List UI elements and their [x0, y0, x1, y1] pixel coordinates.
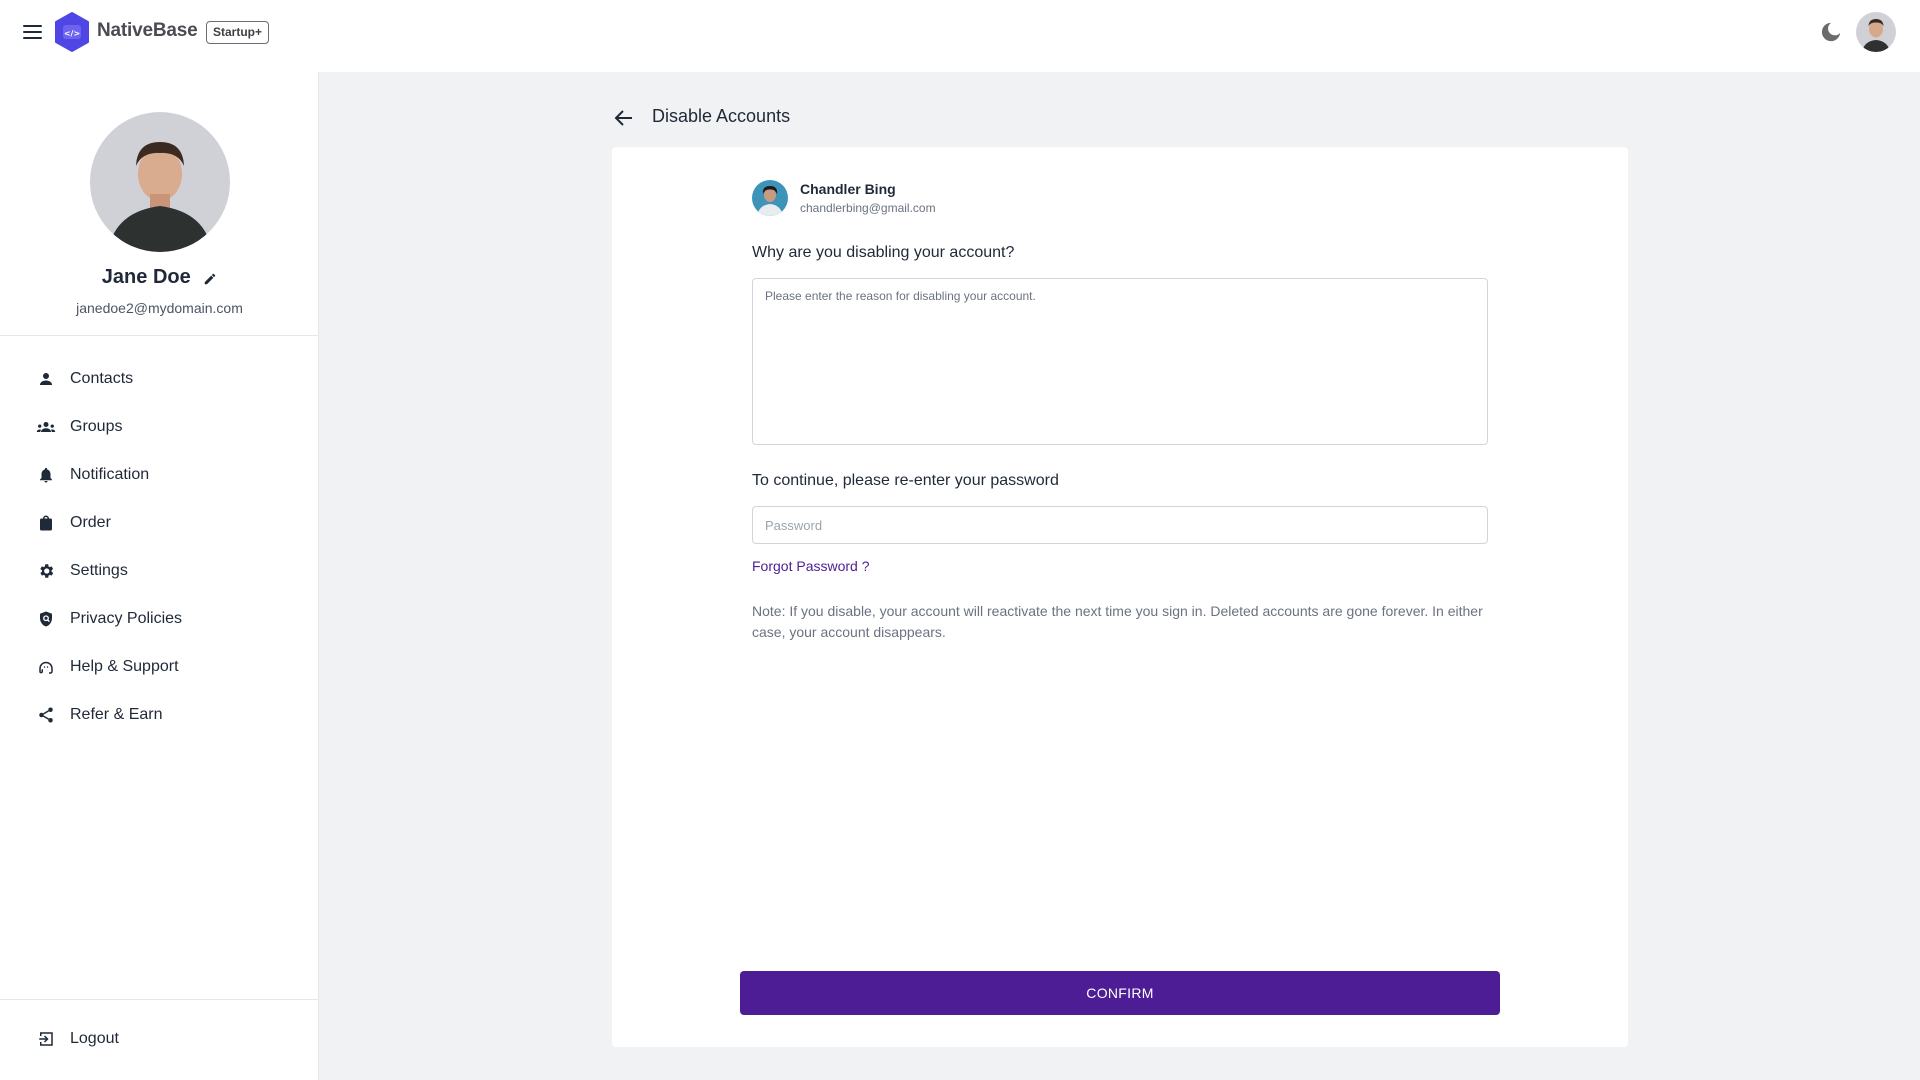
- sidebar-item-label: Order: [70, 514, 111, 531]
- brand-name: NativeBase: [97, 20, 198, 41]
- disable-note: Note: If you disable, your account will …: [752, 603, 1483, 640]
- sidebar-divider: [0, 335, 319, 336]
- account-user-email: chandlerbing@gmail.com: [800, 201, 936, 215]
- sidebar-item-label: Refer & Earn: [70, 706, 163, 723]
- account-user-info: Chandler Bing chandlerbing@gmail.com: [800, 181, 936, 215]
- page-title: Disable Accounts: [652, 106, 791, 126]
- confirm-button[interactable]: CONFIRM: [740, 971, 1500, 1015]
- account-user-row: Chandler Bing chandlerbing@gmail.com: [752, 180, 936, 216]
- reason-textarea[interactable]: [752, 278, 1488, 445]
- password-label: To continue, please re-enter your passwo…: [752, 472, 1059, 489]
- profile-name: Jane Doe: [101, 266, 191, 288]
- sidebar-item-groups[interactable]: Groups: [0, 403, 319, 451]
- sidebar-item-label: Notification: [70, 466, 150, 483]
- sidebar-item-label: Settings: [70, 562, 128, 579]
- sidebar-nav: Contacts Groups Notification Order Setti…: [0, 355, 319, 739]
- logout-section: Logout: [0, 1015, 319, 1063]
- reason-label: Why are you disabling your account?: [752, 244, 1015, 261]
- plan-badge: Startup+: [206, 21, 270, 44]
- sidebar-item-help-support[interactable]: Help & Support: [0, 643, 319, 691]
- account-user-name: Chandler Bing: [800, 181, 896, 197]
- forgot-password-link[interactable]: Forgot Password ?: [752, 558, 870, 574]
- sidebar-item-logout[interactable]: Logout: [0, 1015, 319, 1063]
- top-header: </> NativeBase Startup+: [0, 0, 1920, 72]
- pencil-icon[interactable]: [203, 272, 217, 286]
- sidebar-item-label: Contacts: [70, 370, 134, 387]
- hamburger-icon[interactable]: [23, 24, 43, 40]
- groups-icon: [36, 417, 56, 437]
- headset-icon: [36, 657, 56, 677]
- sidebar-item-privacy-policies[interactable]: Privacy Policies: [0, 595, 319, 643]
- sidebar-item-order[interactable]: Order: [0, 499, 319, 547]
- share-icon: [36, 705, 56, 725]
- profile-email: janedoe2@mydomain.com: [76, 300, 243, 316]
- sidebar-item-label: Help & Support: [70, 658, 179, 675]
- shopping-bag-icon: [36, 513, 56, 533]
- logout-icon: [36, 1029, 56, 1049]
- sidebar-item-label: Privacy Policies: [70, 610, 183, 627]
- logout-label: Logout: [70, 1030, 119, 1047]
- sidebar-item-settings[interactable]: Settings: [0, 547, 319, 595]
- header-avatar[interactable]: [1856, 12, 1896, 52]
- sidebar-item-contacts[interactable]: Contacts: [0, 355, 319, 403]
- moon-icon[interactable]: [1820, 21, 1842, 43]
- person-icon: [36, 369, 56, 389]
- disable-account-card: Chandler Bing chandlerbing@gmail.com Why…: [612, 147, 1628, 1047]
- logo-icon: </>: [55, 12, 89, 52]
- sidebar-item-label: Groups: [70, 418, 123, 435]
- bell-icon: [36, 465, 56, 485]
- account-avatar: [752, 180, 788, 216]
- sidebar-divider-bottom: [0, 999, 319, 1000]
- password-input[interactable]: [752, 506, 1488, 544]
- gear-icon: [36, 561, 56, 581]
- profile-name-row: Jane Doe: [0, 266, 319, 289]
- svg-text:</>: </>: [64, 29, 80, 38]
- sidebar-item-notification[interactable]: Notification: [0, 451, 319, 499]
- back-arrow-icon[interactable]: [612, 106, 636, 130]
- shield-icon: [36, 609, 56, 629]
- sidebar-item-refer-earn[interactable]: Refer & Earn: [0, 691, 319, 739]
- profile-avatar: [90, 112, 230, 252]
- sidebar: Jane Doe janedoe2@mydomain.com Contacts …: [0, 72, 319, 1080]
